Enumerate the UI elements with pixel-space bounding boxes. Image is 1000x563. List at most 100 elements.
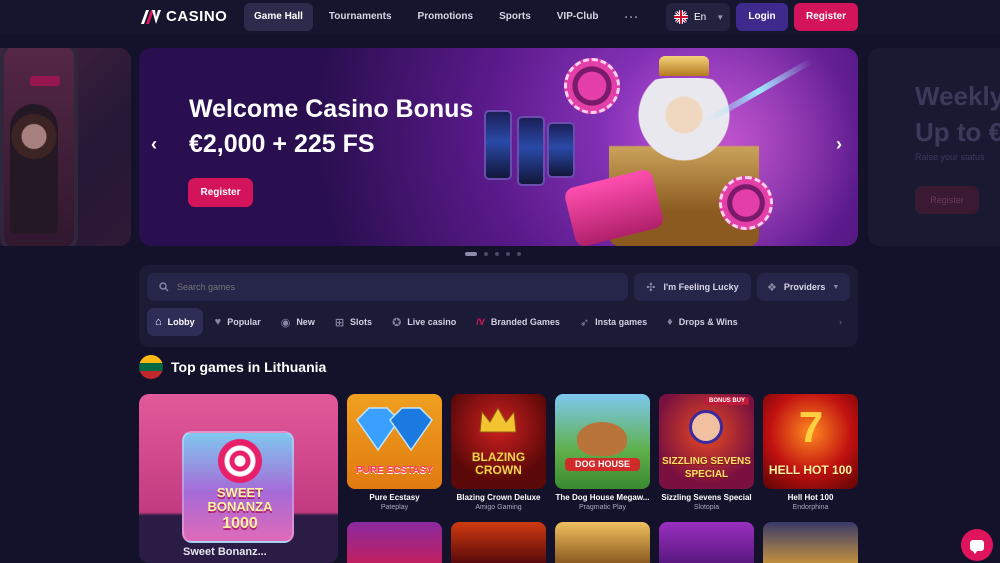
game-name: Pure Ecstasy: [369, 493, 420, 502]
featured-game-card[interactable]: SWEET BONANZA 1000 Sweet Bonanz...: [139, 394, 338, 563]
slot-machine-image: [517, 116, 545, 186]
tab-label: Slots: [350, 317, 373, 327]
tab-live-casino[interactable]: ✪ Live casino: [384, 308, 464, 336]
carousel-next-icon[interactable]: ›: [836, 134, 842, 155]
nav-tournaments[interactable]: Tournaments: [319, 3, 402, 31]
tab-branded-games[interactable]: /V Branded Games: [468, 308, 568, 336]
game-card[interactable]: [347, 522, 442, 563]
next-banner-title-line1: Weekly: [915, 81, 1000, 111]
feeling-lucky-label: I'm Feeling Lucky: [663, 282, 739, 292]
tab-drops-wins[interactable]: ♦ Drops & Wins: [659, 308, 746, 336]
carousel-prev-icon[interactable]: ‹: [151, 134, 157, 155]
game-card[interactable]: [659, 522, 754, 563]
prev-banner-preview[interactable]: [0, 48, 131, 246]
banner-register-button[interactable]: Register: [188, 178, 253, 207]
jester-image: [689, 410, 723, 444]
game-provider: Pragmatic Play: [578, 504, 627, 511]
casino-chip-image: [564, 58, 620, 114]
game-thumbnail: BONUS BUY SIZZLING SEVENS SPECIAL: [659, 394, 754, 489]
seven-icon: 7: [798, 403, 824, 452]
zeus-crown-image: [659, 56, 709, 76]
providers-dropdown[interactable]: ❖ Providers ▼: [757, 273, 850, 301]
tab-label: Live casino: [407, 317, 457, 327]
banner-title-line1: Welcome Casino Bonus: [189, 95, 474, 123]
login-button[interactable]: Login: [736, 3, 788, 31]
game-art-text: DOG HOUSE: [565, 458, 640, 471]
banner-title-line2: €2,000 + 225 FS: [189, 130, 375, 158]
search-icon: [159, 282, 169, 292]
top-header: CASINO Game Hall Tournaments Promotions …: [0, 0, 1000, 34]
next-banner-subtitle: Raise your status: [915, 152, 985, 162]
banner-title: Welcome Casino Bonus €2,000 + 225 FS: [189, 92, 473, 162]
promo-person-image: [10, 104, 58, 234]
nav-vip-club[interactable]: VIP-Club: [547, 3, 609, 31]
game-name: The Dog House Megaw...: [555, 493, 650, 502]
phone-image: [0, 48, 78, 246]
carousel-dot[interactable]: [517, 252, 521, 256]
casino-logo[interactable]: CASINO: [140, 8, 227, 25]
featured-art-text: BONANZA: [207, 499, 273, 514]
category-tabs: ⌂ Lobby ♥ Popular ◉ New ⊞ Slots ✪ Live c…: [147, 308, 746, 336]
diamond-icon: [356, 407, 433, 452]
clover-icon: ✣: [646, 281, 656, 294]
search-input[interactable]: [177, 282, 577, 292]
tab-slots[interactable]: ⊞ Slots: [327, 308, 380, 336]
next-banner-title-line2: Up to €: [915, 117, 1000, 147]
game-art-text: PURE ECSTASY: [355, 465, 434, 476]
carousel-dot[interactable]: [484, 252, 488, 256]
language-selector[interactable]: En ▼: [666, 3, 730, 31]
featured-art-text: SWEET: [216, 485, 264, 500]
live-chat-button[interactable]: [961, 529, 993, 561]
game-thumbnail: 7 HELL HOT 100: [763, 394, 858, 489]
nav-sports[interactable]: Sports: [489, 3, 541, 31]
tab-new[interactable]: ◉ New: [273, 308, 323, 336]
carousel-dot[interactable]: [506, 252, 510, 256]
tab-label: Drops & Wins: [678, 317, 738, 327]
game-card[interactable]: BLAZING CROWN Blazing Crown Deluxe Amigo…: [451, 394, 546, 511]
nav-game-hall[interactable]: Game Hall: [244, 3, 313, 31]
game-name: Hell Hot 100: [787, 493, 834, 502]
carousel-dot-active[interactable]: [465, 252, 477, 256]
next-banner-preview[interactable]: Weekly Up to € Raise your status Registe…: [868, 48, 1000, 246]
hero-banner[interactable]: Welcome Casino Bonus €2,000 + 225 FS Reg…: [139, 48, 858, 246]
providers-icon: ❖: [767, 281, 777, 294]
next-banner-register-button[interactable]: Register: [915, 186, 979, 214]
game-provider: Slotopia: [693, 504, 720, 511]
nav-promotions[interactable]: Promotions: [408, 3, 484, 31]
game-card[interactable]: [451, 522, 546, 563]
register-button[interactable]: Register: [794, 3, 858, 31]
game-name: Sizzling Sevens Special: [661, 493, 752, 502]
chat-icon: [970, 539, 984, 554]
carousel-indicators: [465, 252, 521, 256]
carousel-dot[interactable]: [495, 252, 499, 256]
lithuania-flag-icon: [139, 355, 163, 379]
uk-flag-icon: [674, 10, 688, 24]
live-casino-icon: ✪: [392, 316, 402, 329]
tab-label: Insta games: [595, 317, 648, 327]
tab-lobby[interactable]: ⌂ Lobby: [147, 308, 203, 336]
feeling-lucky-button[interactable]: ✣ I'm Feeling Lucky: [634, 273, 751, 301]
dog-image: [577, 422, 627, 456]
game-art-text: SIZZLING SEVENS SPECIAL: [662, 456, 751, 480]
game-card[interactable]: DOG HOUSE The Dog House Megaw... Pragmat…: [555, 394, 650, 511]
tab-label: Branded Games: [490, 317, 560, 327]
logo-text: CASINO: [166, 8, 228, 25]
tab-insta-games[interactable]: ➶ Insta games: [572, 308, 655, 336]
bonus-buy-badge: BONUS BUY: [704, 397, 749, 405]
brand-logo-icon: /V: [476, 317, 485, 327]
tab-popular[interactable]: ♥ Popular: [207, 308, 269, 336]
game-card[interactable]: 7 HELL HOT 100 Hell Hot 100 Endorphina: [763, 394, 858, 511]
game-card[interactable]: PURE ECSTASY Pure Ecstasy Pateplay: [347, 394, 442, 511]
slots-icon: ⊞: [334, 316, 345, 329]
chevron-right-icon[interactable]: ›: [839, 317, 842, 327]
game-card[interactable]: [555, 522, 650, 563]
heart-icon: ♥: [214, 316, 222, 328]
section-title: Top games in Lithuania: [171, 359, 327, 375]
search-box[interactable]: [147, 273, 628, 301]
featured-art-text: 1000: [222, 515, 258, 532]
game-card[interactable]: [763, 522, 858, 563]
more-menu-icon[interactable]: ···: [614, 3, 638, 31]
game-thumbnail: PURE ECSTASY: [347, 394, 442, 489]
featured-game-name: Sweet Bonanz...: [183, 546, 267, 558]
game-card[interactable]: BONUS BUY SIZZLING SEVENS SPECIAL Sizzli…: [659, 394, 754, 511]
